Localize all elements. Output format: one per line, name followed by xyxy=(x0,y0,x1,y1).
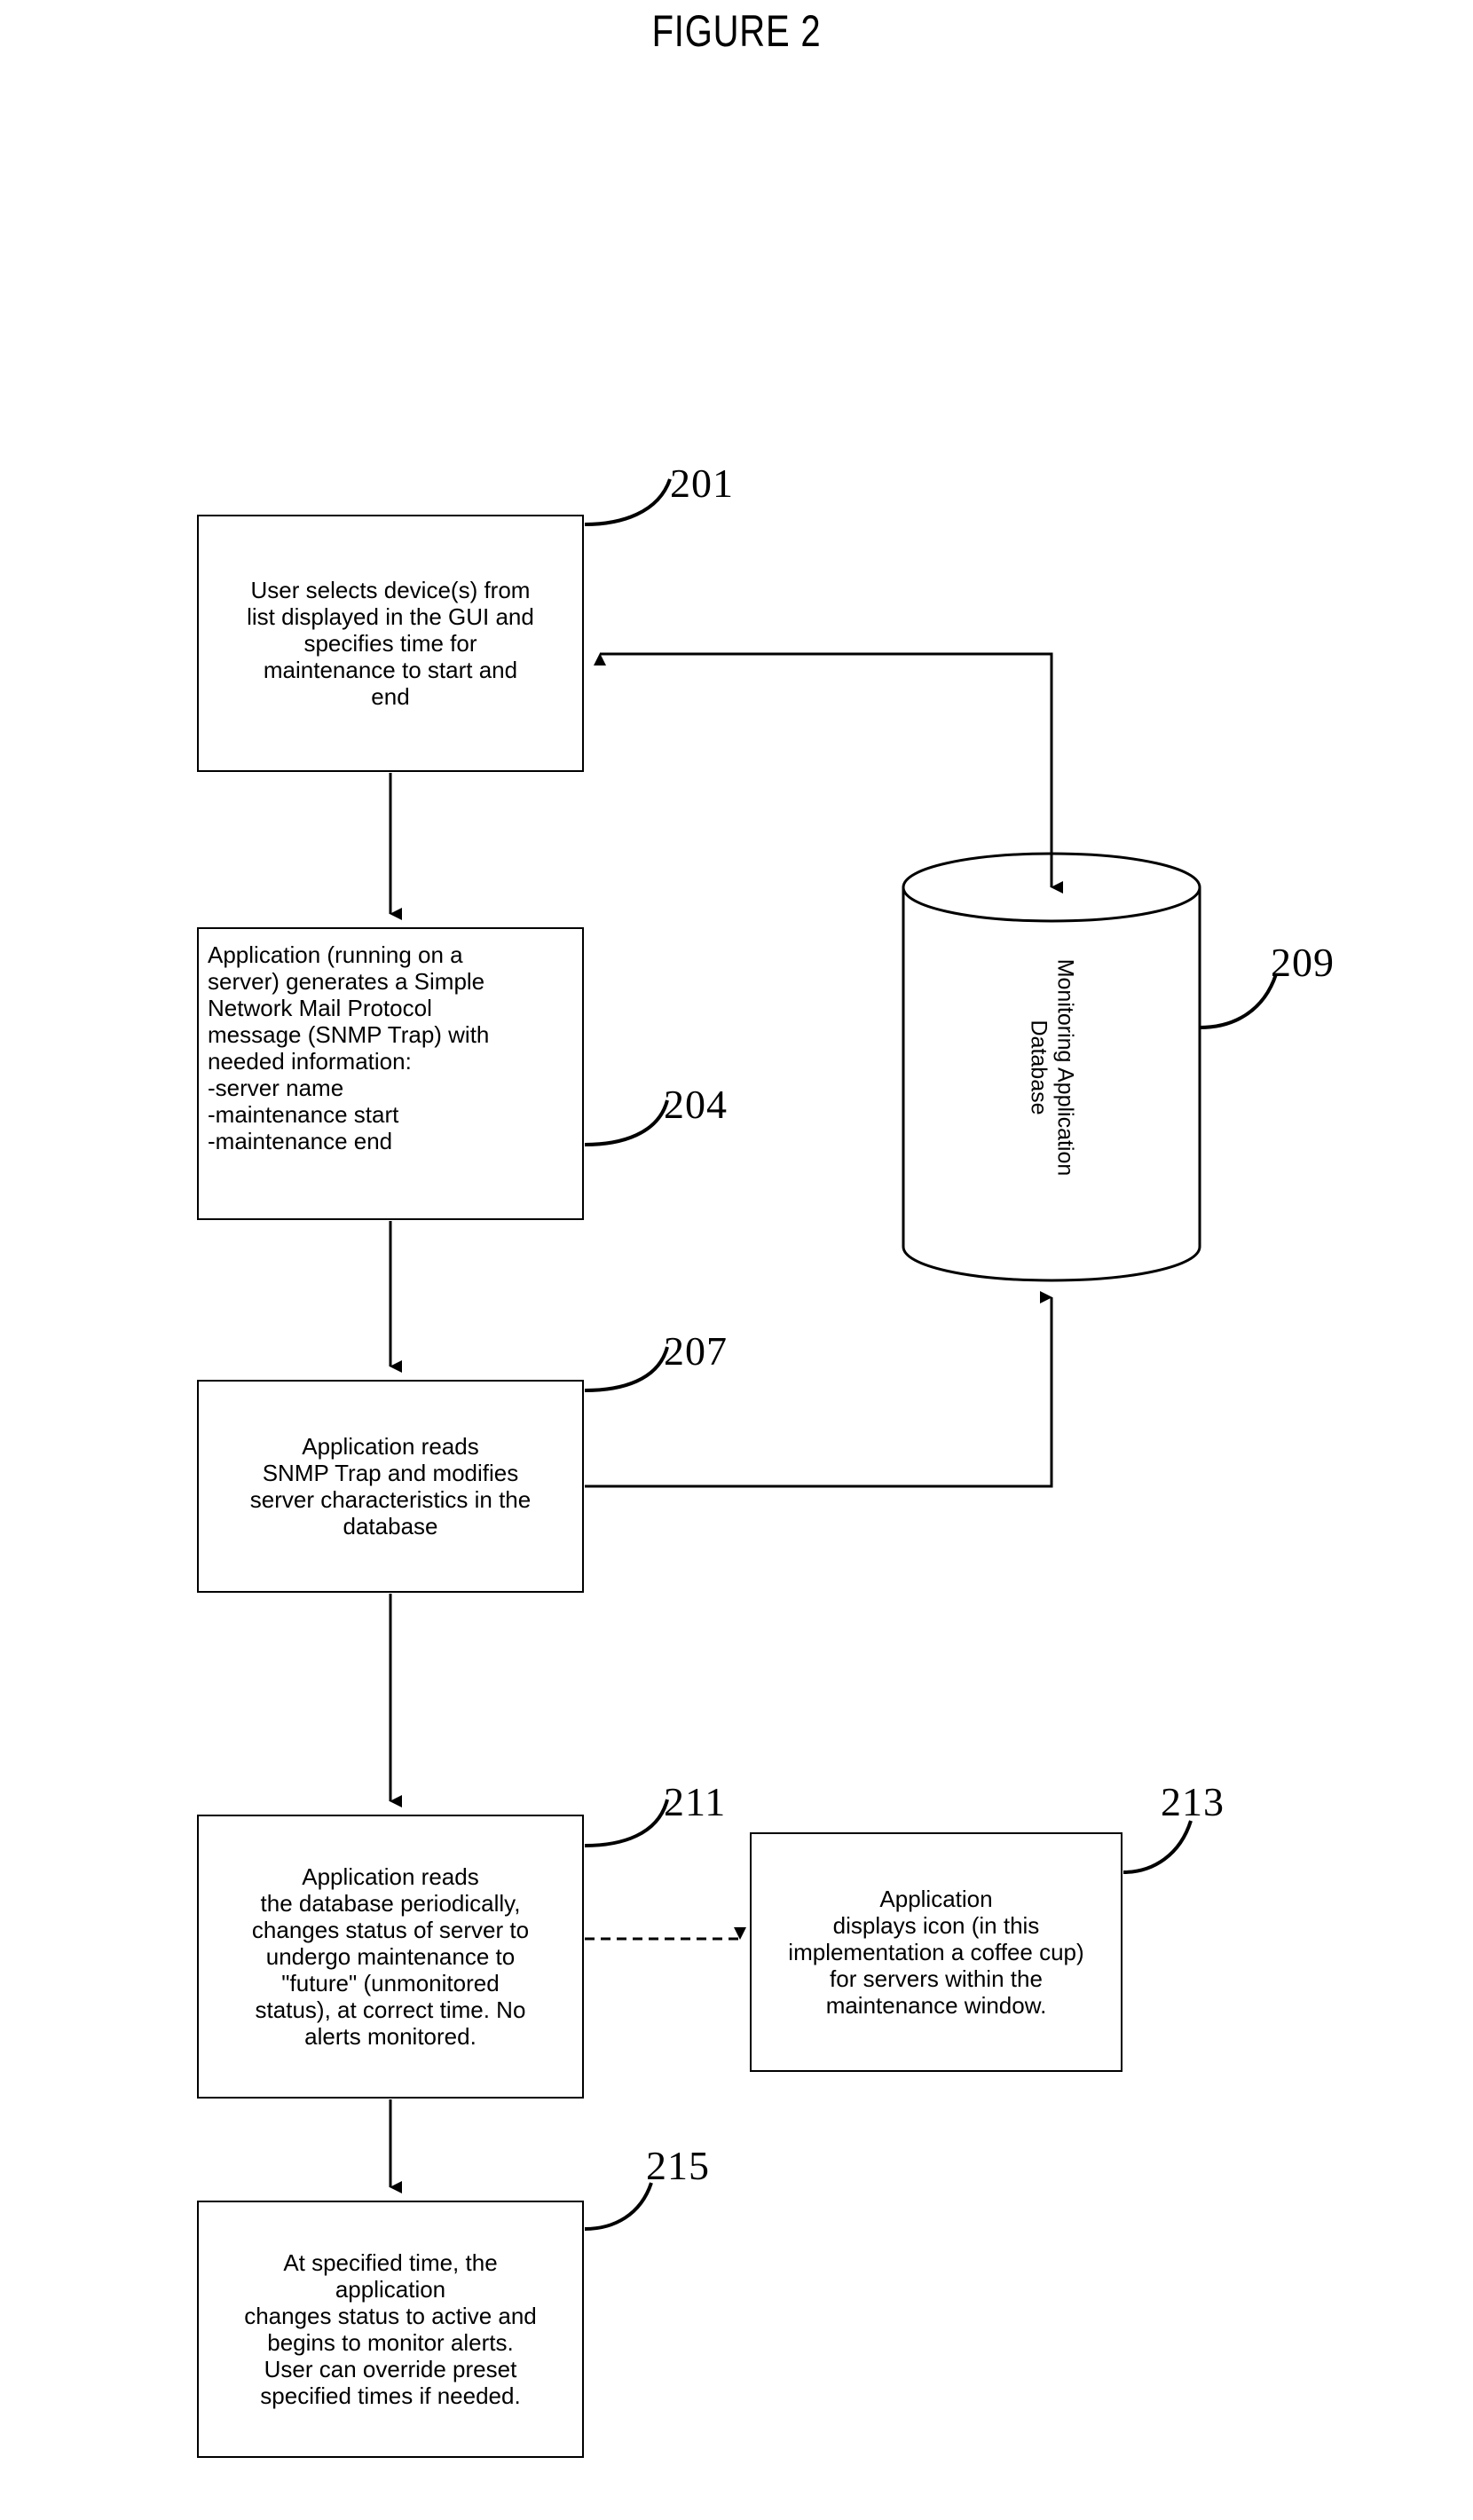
process-box-207-text: Application reads SNMP Trap and modifies… xyxy=(249,1433,532,1540)
process-box-201-text: User selects device(s) from list display… xyxy=(247,577,534,710)
process-box-213-text: Application displays icon (in this imple… xyxy=(788,1886,1084,2019)
connector-box-207-to-database xyxy=(585,1291,1053,1488)
reference-numeral-213: 213 xyxy=(1161,1779,1225,1824)
process-box-215-text: At specified time, the application chang… xyxy=(244,2249,537,2409)
process-box-211-text: Application reads the database periodica… xyxy=(251,1863,530,2050)
leader-line-201 xyxy=(584,478,672,526)
leader-line-207 xyxy=(584,1346,669,1392)
leader-line-211 xyxy=(584,1799,669,1847)
reference-numeral-201: 201 xyxy=(670,461,734,506)
leader-line-213 xyxy=(1122,1820,1193,1874)
reference-numeral-204: 204 xyxy=(664,1082,728,1127)
process-box-213: Application displays icon (in this imple… xyxy=(750,1832,1122,2072)
leader-line-204 xyxy=(584,1099,669,1146)
process-box-204-text: Application (running on a server) genera… xyxy=(208,941,490,1154)
leader-line-215 xyxy=(584,2182,653,2231)
process-box-201: User selects device(s) from list display… xyxy=(197,515,584,772)
process-box-204: Application (running on a server) genera… xyxy=(197,927,584,1220)
connector-layer xyxy=(389,478,1278,2231)
connector-database-to-box-201 xyxy=(594,652,1053,745)
reference-numeral-215: 215 xyxy=(646,2143,710,2188)
process-box-215: At specified time, the application chang… xyxy=(197,2201,584,2458)
figure-title: FIGURE 2 xyxy=(651,6,822,56)
database-cylinder-209 xyxy=(901,852,1202,1282)
reference-numeral-209: 209 xyxy=(1271,940,1335,985)
process-box-211: Application reads the database periodica… xyxy=(197,1815,584,2099)
figure-page: FIGURE 2 User selects device(s) from lis… xyxy=(0,0,1473,2520)
leader-line-209 xyxy=(1199,973,1278,1029)
process-box-207: Application reads SNMP Trap and modifies… xyxy=(197,1380,584,1593)
reference-numeral-211: 211 xyxy=(664,1779,727,1824)
reference-numeral-207: 207 xyxy=(664,1328,728,1374)
